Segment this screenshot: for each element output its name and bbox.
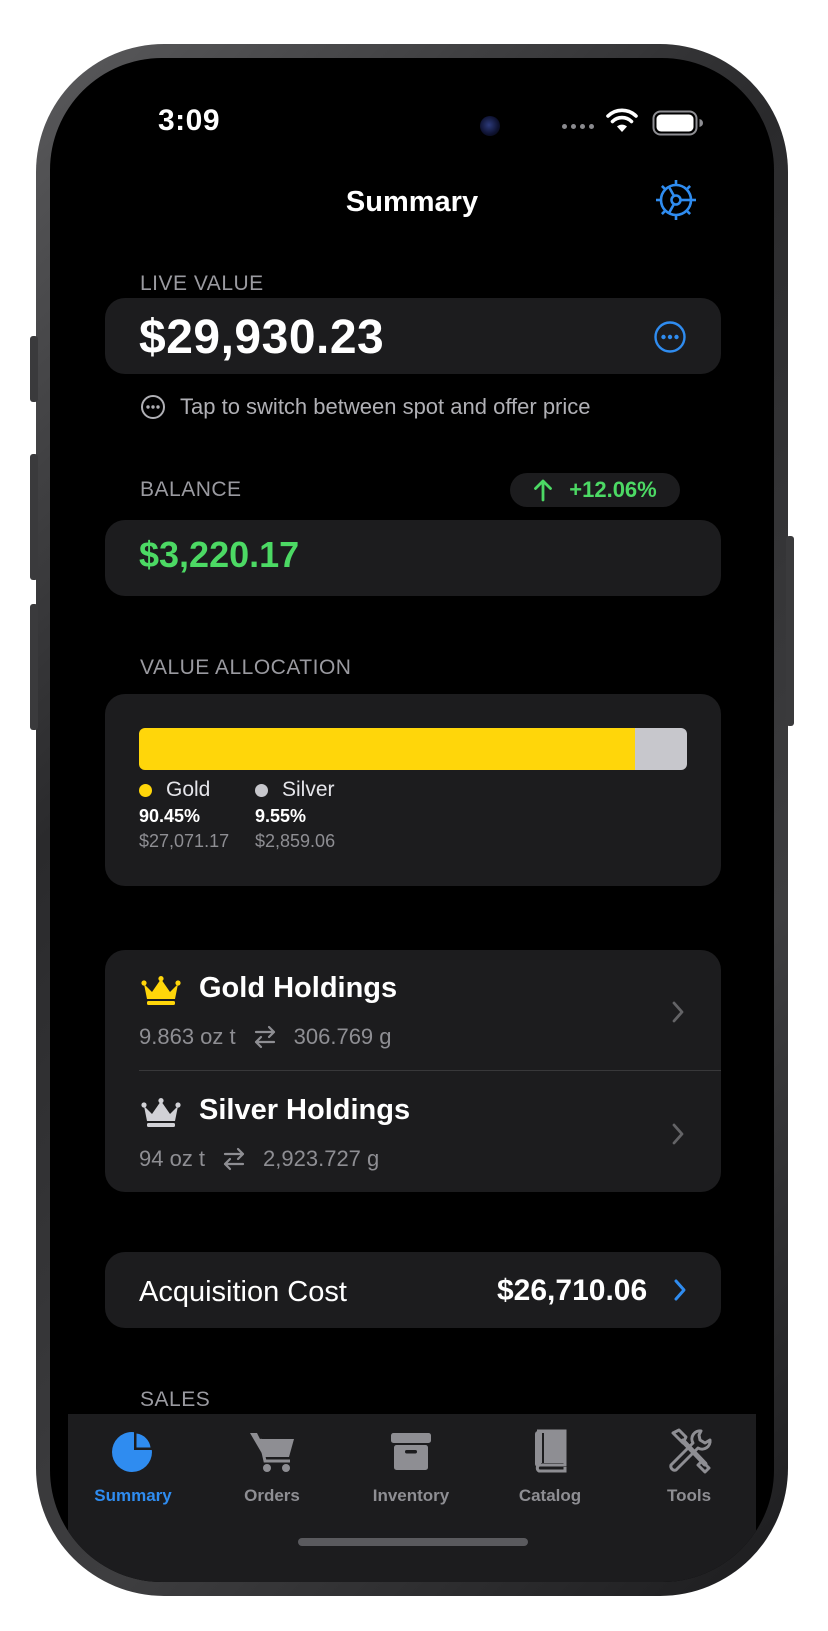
tab-catalog-label: Catalog: [518, 1486, 582, 1505]
battery-icon: [652, 110, 703, 136]
row-divider: [139, 1070, 721, 1071]
pie-chart-icon: [112, 1431, 153, 1472]
silver-dot: [255, 783, 268, 797]
live-value-card[interactable]: $29,930.23: [105, 298, 721, 374]
gold-holdings-row[interactable]: Gold Holdings 9.863 oz t 306.769 g: [105, 950, 721, 1071]
volume-up-button: [30, 454, 38, 580]
legend-silver-name: Silver: [282, 778, 335, 801]
book-icon: [535, 1429, 567, 1473]
legend-gold-amount: $27,071.17: [139, 831, 230, 851]
action-button: [30, 336, 38, 402]
tab-inventory[interactable]: Inventory: [346, 1422, 476, 1506]
acquisition-cost-row[interactable]: Acquisition Cost $26,710.06: [105, 1252, 721, 1328]
acquisition-cost-label: Acquisition Cost: [139, 1276, 347, 1308]
volume-down-button: [30, 604, 38, 730]
allocation-card: Gold 90.45% $27,071.17 Silver 9.55% $2,8…: [105, 694, 721, 886]
silver-holdings-title: Silver Holdings: [199, 1094, 411, 1126]
cart-icon: [250, 1433, 294, 1472]
chevron-right-icon: [674, 1279, 686, 1301]
app-screen: 3:09 Summary LIVE VALUE $29,930.23 Tap t…: [50, 58, 774, 1582]
cellular-signal-icon: [562, 124, 594, 129]
silver-holdings-weights: 94 oz t 2,923.727 g: [139, 1146, 379, 1172]
balance-card: $3,220.17: [105, 520, 721, 596]
price-switch-hint-text: Tap to switch between spot and offer pri…: [180, 394, 591, 419]
silver-crown-icon: [141, 1098, 181, 1127]
tab-catalog[interactable]: Catalog: [485, 1422, 615, 1506]
chevron-right-icon: [672, 1123, 684, 1145]
chevron-right-icon: [672, 1001, 684, 1023]
tab-orders-label: Orders: [244, 1486, 300, 1505]
tab-summary[interactable]: Summary: [68, 1422, 198, 1506]
camera-lens: [480, 116, 500, 136]
tab-bar: Summary Orders Inventory Catalog Tools: [68, 1414, 756, 1582]
arrow-up-icon: [534, 479, 553, 502]
sales-label: SALES: [140, 1388, 211, 1411]
allocation-bar: [139, 728, 687, 770]
gold-crown-icon: [141, 976, 181, 1005]
legend-gold: Gold 90.45% $27,071.17: [139, 778, 229, 852]
live-value-label: LIVE VALUE: [140, 272, 264, 295]
holdings-card: Gold Holdings 9.863 oz t 306.769 g Silve…: [105, 950, 721, 1192]
silver-holdings-oz: 94 oz t: [139, 1146, 206, 1171]
legend-gold-percent: 90.45%: [139, 806, 201, 826]
allocation-label: VALUE ALLOCATION: [140, 656, 352, 679]
gold-holdings-weights: 9.863 oz t 306.769 g: [139, 1024, 392, 1050]
price-switch-hint: Tap to switch between spot and offer pri…: [140, 394, 591, 420]
gold-dot: [139, 783, 152, 797]
live-value-amount: $29,930.23: [139, 311, 385, 364]
home-indicator: [298, 1538, 528, 1546]
balance-label: BALANCE: [140, 478, 242, 501]
legend-silver: Silver 9.55% $2,859.06: [255, 778, 335, 852]
swap-arrows-icon: [223, 1147, 245, 1171]
tab-orders[interactable]: Orders: [207, 1422, 337, 1506]
gold-holdings-grams: 306.769 g: [293, 1024, 392, 1049]
balance-amount: $3,220.17: [139, 534, 300, 575]
swap-arrows-icon: [254, 1025, 275, 1049]
wifi-icon: [606, 108, 638, 132]
power-button: [786, 536, 794, 726]
tab-inventory-label: Inventory: [372, 1486, 450, 1505]
gold-holdings-oz: 9.863 oz t: [139, 1024, 236, 1049]
ellipsis-circle-icon[interactable]: [653, 320, 687, 354]
ellipsis-circle-small-icon: [141, 395, 165, 419]
tab-tools[interactable]: Tools: [624, 1422, 754, 1506]
silver-holdings-grams: 2,923.727 g: [263, 1146, 380, 1171]
status-time: 3:09: [158, 104, 221, 137]
settings-gear-icon[interactable]: [654, 178, 698, 222]
balance-change-text: +12.06%: [569, 477, 657, 502]
balance-change-badge: +12.06%: [510, 473, 680, 507]
legend-gold-name: Gold: [166, 778, 211, 801]
legend-silver-percent: 9.55%: [255, 806, 307, 826]
archive-box-icon: [391, 1433, 431, 1470]
tab-tools-label: Tools: [666, 1486, 712, 1505]
gold-holdings-title: Gold Holdings: [199, 972, 398, 1004]
legend-silver-amount: $2,859.06: [255, 831, 336, 851]
tab-summary-label: Summary: [94, 1486, 172, 1505]
allocation-bar-silver: [634, 728, 687, 770]
tools-icon: [669, 1428, 712, 1474]
allocation-bar-gold: [139, 728, 635, 770]
acquisition-cost-value: $26,710.06: [497, 1274, 648, 1307]
silver-holdings-row[interactable]: Silver Holdings 94 oz t 2,923.727 g: [105, 1072, 721, 1192]
